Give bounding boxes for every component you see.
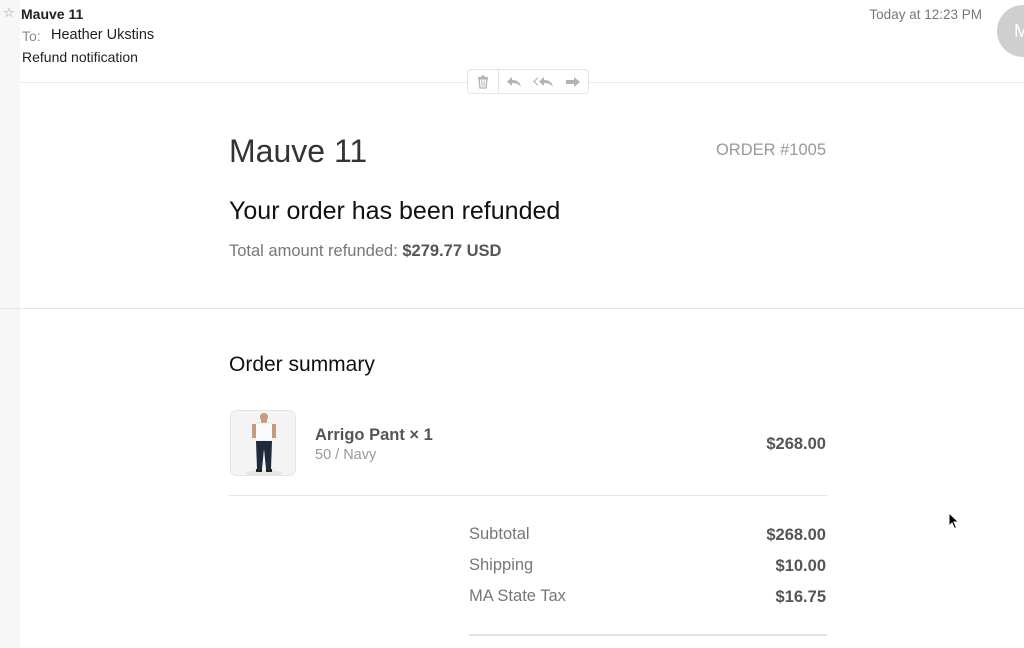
product-name: Arrigo Pant × 1 [315, 426, 433, 444]
refund-total-amount: $279.77 USD [402, 242, 502, 260]
totals-divider [469, 634, 827, 636]
email-subject: Refund notification [22, 49, 138, 65]
refund-total-line: Total amount refunded: $279.77 USD [229, 242, 501, 261]
refund-heading: Your order has been refunded [229, 197, 561, 225]
sender-avatar: M [997, 5, 1024, 57]
order-number: ORDER #1005 [715, 141, 826, 159]
reply-all-button[interactable] [528, 70, 558, 93]
subtotal-value: $268.00 [766, 526, 826, 544]
tax-value: $16.75 [775, 588, 826, 606]
subtotal-label: Subtotal [469, 525, 530, 543]
trash-icon [477, 75, 488, 89]
shipping-value: $10.00 [775, 557, 826, 575]
order-summary-title: Order summary [229, 353, 375, 376]
avatar-initial: M [1014, 20, 1024, 41]
tax-label: MA State Tax [469, 587, 566, 605]
shop-name: Mauve 11 [229, 133, 368, 169]
to-label: To: [22, 28, 41, 44]
product-price: $268.00 [766, 435, 826, 453]
product-variant: 50 / Navy [315, 447, 377, 463]
forward-button[interactable] [558, 70, 588, 93]
refund-total-label: Total amount refunded: [229, 242, 398, 260]
mouse-cursor-icon [948, 512, 960, 530]
reply-all-icon [533, 76, 554, 87]
message-list-edge [0, 0, 20, 648]
recipient-name[interactable]: Heather Ukstins [51, 27, 154, 43]
line-item-divider [229, 495, 827, 496]
mail-window: ☆ Mauve 11 To: Heather Ukstins Refund no… [0, 0, 1024, 648]
shipping-label: Shipping [469, 556, 534, 574]
star-icon[interactable]: ☆ [3, 5, 15, 21]
product-image [231, 411, 295, 475]
email-timestamp: Today at 12:23 PM [869, 7, 982, 22]
delete-button[interactable] [468, 70, 498, 93]
product-thumbnail [230, 410, 296, 476]
reply-button[interactable] [499, 70, 529, 93]
reply-icon [506, 76, 521, 87]
forward-icon [566, 76, 581, 87]
section-divider [0, 308, 1024, 309]
message-toolbar [467, 69, 589, 94]
sender-name: Mauve 11 [21, 6, 84, 22]
